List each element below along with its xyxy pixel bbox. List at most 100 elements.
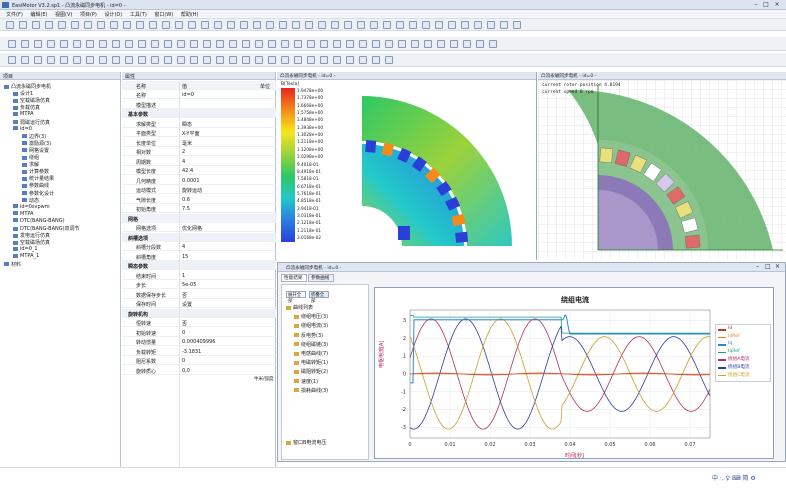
toolbar-tool-icon[interactable]	[318, 21, 326, 29]
property-row[interactable]: 求解类型 瞬态	[122, 119, 276, 128]
property-row[interactable]: 平面类型 X-Y平面	[122, 128, 276, 137]
toolbar-tool-icon[interactable]	[281, 56, 289, 64]
property-row[interactable]: 运动模式 旋转运动	[122, 185, 276, 194]
property-value[interactable]: X-Y平面	[182, 130, 199, 137]
toolbar-tool-icon[interactable]	[500, 21, 508, 29]
toolbar-tool-icon[interactable]	[164, 56, 172, 64]
toolbar-tool-icon[interactable]	[268, 56, 276, 64]
property-row[interactable]: 初始角度 7.5	[122, 204, 276, 213]
property-row[interactable]: 名称 id=0	[122, 90, 276, 99]
tree-item[interactable]: 凸流永磁同步电机	[4, 83, 51, 90]
tree-item[interactable]: id=0	[13, 126, 32, 132]
toolbar-tool-icon[interactable]	[320, 40, 328, 48]
flux-view-tab[interactable]: 凸流永磁同步电机 - id=0 -	[277, 72, 536, 80]
menu-edit[interactable]: 编辑(E)	[30, 11, 47, 18]
toolbar-tool-icon[interactable]	[203, 40, 211, 48]
motor-field-plot[interactable]	[362, 86, 532, 251]
property-section[interactable]: 基本参数	[122, 109, 276, 118]
toolbar-tool-icon[interactable]	[151, 40, 159, 48]
toolbar-tool-icon[interactable]	[177, 56, 185, 64]
toolbar-tool-icon[interactable]	[396, 21, 404, 29]
curve-list-item[interactable]: 绕组电流(3)	[294, 322, 328, 329]
property-value[interactable]: 7.5	[182, 206, 190, 212]
toolbar-tool-icon[interactable]	[437, 40, 445, 48]
property-section[interactable]: 瞬态参数	[122, 261, 276, 270]
toolbar-tool-icon[interactable]	[58, 21, 66, 29]
toolbar-tool-icon[interactable]	[164, 40, 172, 48]
toolbar-tool-icon[interactable]	[450, 40, 458, 48]
property-section[interactable]: 网格	[122, 213, 276, 223]
tree-item[interactable]: 边界(3)	[22, 133, 46, 140]
property-row[interactable]: 气隙长度 0.6	[122, 195, 276, 204]
toolbar-tool-icon[interactable]	[461, 21, 469, 29]
close-icon[interactable]: ×	[773, 1, 781, 8]
tree-item[interactable]: DTC(BANG-BANG)双调节	[13, 225, 80, 232]
property-row[interactable]: 相对数 2	[122, 147, 276, 156]
model-view-tab[interactable]: 凸流永磁同步电机 - id=0 -	[538, 72, 786, 80]
tree-item[interactable]: MTPA	[13, 111, 33, 117]
property-value[interactable]: 15	[182, 254, 188, 260]
property-value[interactable]: 0.6	[182, 197, 190, 203]
property-row[interactable]: 保存时间 设置	[122, 299, 276, 308]
menu-design[interactable]: 设计(D)	[104, 11, 122, 18]
property-row[interactable]: 长度单位 毫米	[122, 138, 276, 147]
menu-view[interactable]: 视图(V)	[55, 11, 72, 18]
menu-project[interactable]: 项目(P)	[80, 11, 97, 18]
toolbar-tool-icon[interactable]	[346, 56, 354, 64]
tree-item[interactable]: 材料	[4, 261, 21, 268]
toolbar-tool-icon[interactable]	[359, 40, 367, 48]
property-value[interactable]: 4	[182, 159, 185, 165]
property-value[interactable]: 否	[182, 292, 187, 299]
toolbar-tool-icon[interactable]	[34, 40, 42, 48]
toolbar-tool-icon[interactable]	[281, 40, 289, 48]
toolbar-tool-icon[interactable]	[19, 21, 27, 29]
tree-item[interactable]: id=0_1	[13, 246, 38, 252]
toolbar-tool-icon[interactable]	[188, 21, 196, 29]
property-value[interactable]: 否	[182, 320, 187, 327]
property-row[interactable]: 恒转速 否	[122, 318, 276, 327]
toolbar-tool-icon[interactable]	[214, 21, 222, 29]
curve-list-item[interactable]: 窗口B电流电压	[286, 439, 326, 446]
toolbar-tool-icon[interactable]	[34, 56, 42, 64]
flux-density-view[interactable]: 凸流永磁同步电机 - id=0 - B[Tesla] 1.9478e+00 1.7…	[277, 72, 537, 260]
toolbar-tool-icon[interactable]	[307, 56, 315, 64]
tree-item[interactable]: 计算参数	[22, 168, 49, 175]
expand-all-button[interactable]: 展开全部	[286, 291, 306, 304]
toolbar-tool-icon[interactable]	[487, 21, 495, 29]
toolbar-tool-icon[interactable]	[383, 21, 391, 29]
toolbar-tool-icon[interactable]	[422, 21, 430, 29]
toolbar-tool-icon[interactable]	[266, 21, 274, 29]
property-value[interactable]: 毫米	[182, 140, 192, 147]
tab-performance[interactable]: 性能结果	[281, 274, 307, 282]
toolbar-tool-icon[interactable]	[47, 40, 55, 48]
property-value[interactable]: 5e-05	[182, 282, 196, 288]
toolbar-tool-icon[interactable]	[8, 56, 16, 64]
curve-list-item[interactable]: 速度(1)	[294, 378, 318, 385]
tree-item[interactable]: 负载仿真	[13, 104, 40, 111]
property-row[interactable]: 模型长度 42.4	[122, 166, 276, 175]
tree-item[interactable]: 参数化设计	[22, 190, 54, 197]
toolbar-tool-icon[interactable]	[253, 21, 261, 29]
toolbar-tool-icon[interactable]	[136, 21, 144, 29]
curve-list-item[interactable]: 绕组磁链(3)	[294, 341, 328, 348]
toolbar-tool-icon[interactable]	[84, 21, 92, 29]
property-section[interactable]: 斜槽选项	[122, 232, 276, 242]
toolbar-tool-icon[interactable]	[229, 40, 237, 48]
property-value[interactable]: 0,0	[182, 368, 190, 374]
toolbar-tool-icon[interactable]	[294, 56, 302, 64]
toolbar-tool-icon[interactable]	[268, 40, 276, 48]
toolbar-tool-icon[interactable]	[409, 21, 417, 29]
toolbar-tool-icon[interactable]	[45, 21, 53, 29]
ime-toolbar[interactable]: 中 ·, ♀ ⌨ 简 ⚙	[712, 473, 756, 482]
toolbar-tool-icon[interactable]	[201, 21, 209, 29]
property-row[interactable]: 周期数 4	[122, 157, 276, 166]
toolbar-tool-icon[interactable]	[333, 56, 341, 64]
toolbar-tool-icon[interactable]	[331, 21, 339, 29]
menu-help[interactable]: 帮助(H)	[181, 11, 199, 18]
toolbar-tool-icon[interactable]	[474, 21, 482, 29]
toolbar-tool-icon[interactable]	[411, 40, 419, 48]
toolbar-tool-icon[interactable]	[320, 56, 328, 64]
curve-maximize-icon[interactable]: □	[765, 263, 771, 270]
toolbar-tool-icon[interactable]	[138, 40, 146, 48]
toolbar-tool-icon[interactable]	[47, 56, 55, 64]
